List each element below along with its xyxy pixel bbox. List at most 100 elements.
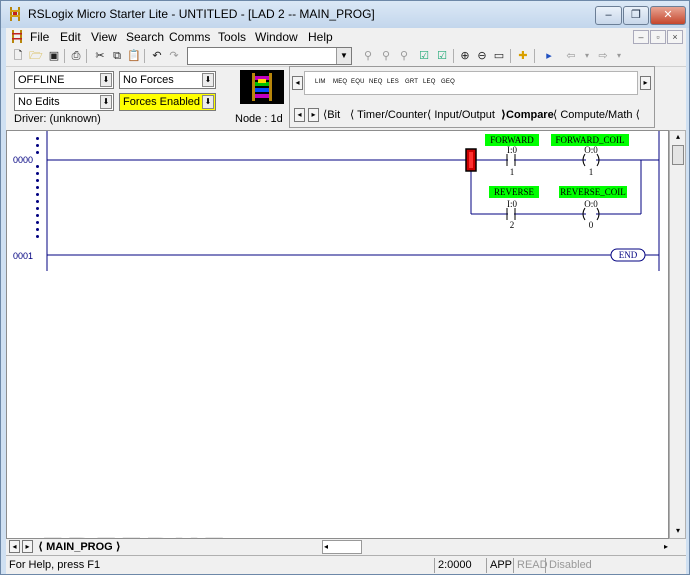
status-bar: For Help, press F1 2:0000 APP READ Disab… xyxy=(6,555,686,574)
scroll-up-arrow[interactable]: ▴ xyxy=(672,132,684,143)
scroll-down-arrow[interactable]: ▾ xyxy=(672,526,684,537)
scrollbar-thumb[interactable] xyxy=(672,145,684,165)
mdi-minimize-button[interactable]: ‒ xyxy=(633,30,649,44)
zoom-out-icon[interactable]: ⊖ xyxy=(474,48,490,64)
print-icon[interactable]: ⎙ xyxy=(68,48,84,64)
contact-address[interactable]: I:0 xyxy=(497,145,527,155)
instruction-meq[interactable]: MEQ xyxy=(333,79,347,85)
copy-icon[interactable]: ⧉ xyxy=(109,48,125,64)
chevron-down-icon[interactable]: ⬇ xyxy=(202,73,214,87)
sheet-scroll-left-arrow[interactable]: ◂ xyxy=(9,540,20,553)
menu-window[interactable]: Window xyxy=(255,30,298,44)
toolbar-combo-box[interactable]: ▼ xyxy=(187,47,352,65)
tab-main-prog[interactable]: ⟨ MAIN_PROG ⟩ xyxy=(38,540,121,554)
tab-scroll-right-arrow[interactable]: ▸ xyxy=(308,108,319,122)
sheet-tab-bar: ◂ ▸ ⟨ MAIN_PROG ⟩ ◂ ▸ xyxy=(6,539,686,555)
menu-edit[interactable]: Edit xyxy=(60,30,81,44)
instruction-neq[interactable]: NEQ xyxy=(369,79,383,85)
play-icon[interactable]: ▸ xyxy=(541,48,557,64)
instruction-leq[interactable]: LEQ xyxy=(423,79,436,85)
tab-bit[interactable]: ⟨Bit xyxy=(323,107,340,123)
contact-bit[interactable]: 2 xyxy=(497,220,527,230)
contact-tag-label[interactable]: REVERSE xyxy=(489,186,539,198)
tab-compute-math[interactable]: ⟨ Compute/Math ⟨ xyxy=(553,107,640,123)
chevron-down-icon[interactable]: ▾ xyxy=(611,48,627,64)
replace-icon[interactable]: ⚲ xyxy=(396,48,412,64)
mdi-close-button[interactable]: × xyxy=(667,30,683,44)
find-next-icon[interactable]: ⚲ xyxy=(378,48,394,64)
scroll-left-arrow[interactable]: ◂ xyxy=(324,541,328,553)
menu-bar: File Edit View Search Comms Tools Window… xyxy=(6,28,686,46)
minimize-button[interactable]: ‒ xyxy=(595,6,622,25)
forces-enabled-dropdown[interactable]: Forces Enabled ⬇ xyxy=(119,93,216,111)
forward-arrow-icon[interactable]: ⇨ xyxy=(595,48,611,64)
ladder-rails xyxy=(46,131,660,271)
horizontal-scrollbar[interactable]: ◂ xyxy=(322,540,362,554)
zoom-in-icon[interactable]: ⊕ xyxy=(457,48,473,64)
tab-input-output[interactable]: ⟨ Input/Output xyxy=(427,107,495,123)
menu-view[interactable]: View xyxy=(91,30,117,44)
palette-scroll-left-arrow[interactable]: ◂ xyxy=(292,76,303,90)
chevron-down-icon[interactable]: ⬇ xyxy=(202,95,214,109)
chevron-down-icon[interactable]: ▼ xyxy=(336,48,351,64)
close-button[interactable]: ✕ xyxy=(650,6,686,25)
processor-status-icon[interactable] xyxy=(240,70,284,104)
end-instruction-label[interactable]: END xyxy=(613,249,643,261)
edits-dropdown[interactable]: No Edits ⬇ xyxy=(14,93,114,111)
coil-bit[interactable]: 1 xyxy=(576,167,606,177)
instruction-geq[interactable]: GEQ xyxy=(441,79,455,85)
processor-mode-dropdown[interactable]: OFFLINE ⬇ xyxy=(14,71,114,89)
instruction-grt[interactable]: GRT xyxy=(405,79,418,85)
forces-dropdown[interactable]: No Forces ⬇ xyxy=(119,71,216,89)
contact-bit[interactable]: 1 xyxy=(497,167,527,177)
sheet-scroll-right-arrow[interactable]: ▸ xyxy=(22,540,33,553)
instruction-les[interactable]: LES xyxy=(387,79,399,85)
coil-address[interactable]: O:0 xyxy=(576,199,606,209)
palette-scroll-right-arrow[interactable]: ▸ xyxy=(640,76,651,90)
instruction-equ[interactable]: EQU xyxy=(351,79,365,85)
title-bar[interactable]: RSLogix Micro Starter Lite - UNTITLED - … xyxy=(1,1,689,28)
chevron-down-icon[interactable]: ⬇ xyxy=(100,95,112,109)
save-icon[interactable]: ▣ xyxy=(46,48,62,64)
tab-timer-counter-label: Timer/Counter xyxy=(357,109,428,121)
coil-bit[interactable]: 0 xyxy=(576,220,606,230)
add-rung-icon[interactable]: ✚ xyxy=(515,48,531,64)
tab-compare-label: Compare xyxy=(506,109,554,121)
rung-position: 2:0000 xyxy=(434,558,472,573)
menu-comms[interactable]: Comms xyxy=(169,30,210,44)
instruction-lim[interactable]: LIM xyxy=(315,79,326,85)
maximize-button[interactable]: ❐ xyxy=(623,6,649,25)
cut-icon[interactable]: ✂ xyxy=(92,48,108,64)
chevron-down-icon[interactable]: ⬇ xyxy=(100,73,112,87)
coil-tag-label[interactable]: REVERSE_COIL xyxy=(559,186,627,198)
disabled-indicator: Disabled xyxy=(545,558,592,573)
ladder-editor[interactable]: 0000 0001 FORWARD I:0 1 FORWARD_COIL O:0… xyxy=(6,130,669,539)
toolbar-separator xyxy=(510,49,511,63)
menu-file[interactable]: File xyxy=(30,30,49,44)
window-title: RSLogix Micro Starter Lite - UNTITLED - … xyxy=(28,7,375,21)
menu-tools[interactable]: Tools xyxy=(218,30,246,44)
window-icon[interactable]: ▭ xyxy=(491,48,507,64)
tab-compare[interactable]: ⟩Compare xyxy=(501,107,554,123)
back-arrow-icon[interactable]: ⇦ xyxy=(563,48,579,64)
toolbar: 🗋 🗁 ▣ ⎙ ✂ ⧉ 📋 ↶ ↷ ▼ ⚲ ⚲ ⚲ ☑ ☑ ⊕ ⊖ ▭ ✚ ▸ … xyxy=(6,46,686,66)
contact-address[interactable]: I:0 xyxy=(497,199,527,209)
verify-file-icon[interactable]: ☑ xyxy=(416,48,432,64)
scroll-right-arrow[interactable]: ▸ xyxy=(664,540,668,554)
new-file-icon[interactable]: 🗋 xyxy=(10,48,26,64)
find-icon[interactable]: ⚲ xyxy=(360,48,376,64)
tab-scroll-left-arrow[interactable]: ◂ xyxy=(294,108,305,122)
tab-timer-counter[interactable]: ⟨ Timer/Counter xyxy=(350,107,427,123)
menu-search[interactable]: Search xyxy=(126,30,164,44)
coil-address[interactable]: O:0 xyxy=(576,145,606,155)
paste-icon[interactable]: 📋 xyxy=(126,48,142,64)
menu-help[interactable]: Help xyxy=(308,30,333,44)
verify-project-icon[interactable]: ☑ xyxy=(434,48,450,64)
chevron-down-icon[interactable]: ▾ xyxy=(579,48,595,64)
redo-icon[interactable]: ↷ xyxy=(166,48,182,64)
open-folder-icon[interactable]: 🗁 xyxy=(28,48,44,64)
application-window: RSLogix Micro Starter Lite - UNTITLED - … xyxy=(0,0,690,575)
vertical-scrollbar[interactable]: ▴ ▾ xyxy=(669,130,686,539)
mdi-restore-button[interactable]: ▫ xyxy=(650,30,666,44)
undo-icon[interactable]: ↶ xyxy=(149,48,165,64)
